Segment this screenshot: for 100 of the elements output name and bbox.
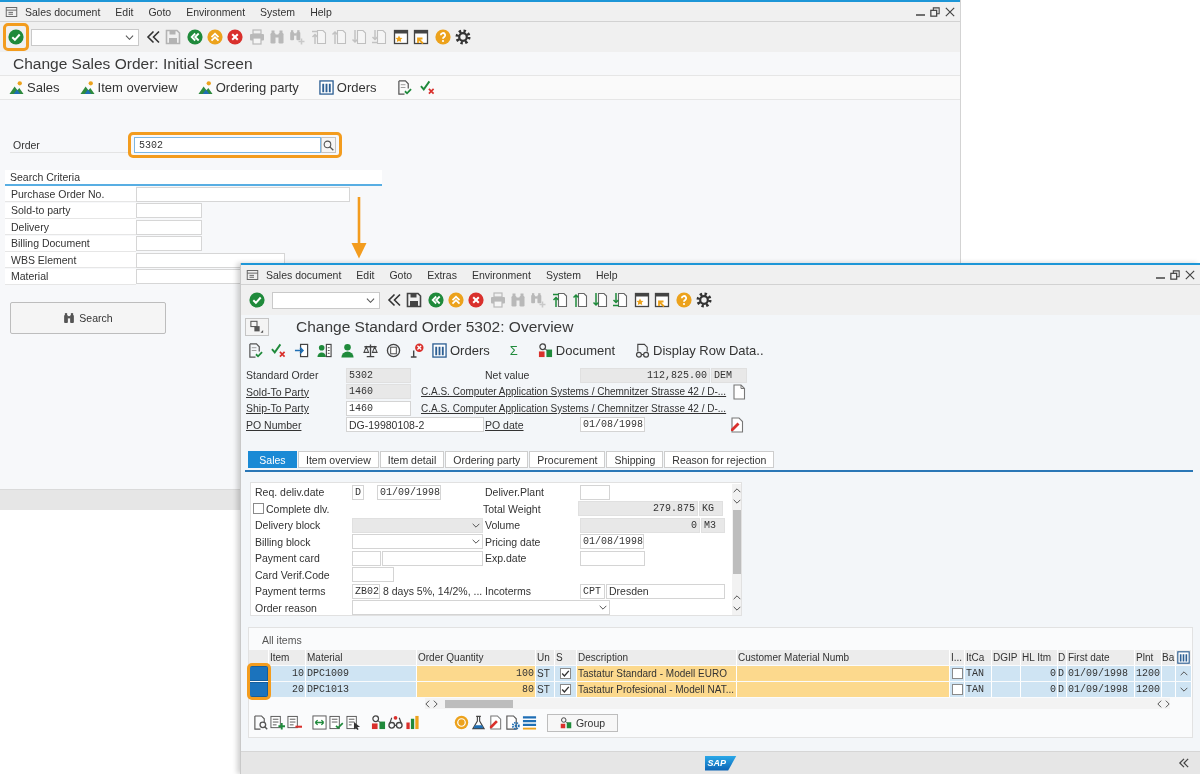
input-field[interactable]: 1460 xyxy=(346,400,411,416)
table-cell[interactable]: 100 xyxy=(417,666,535,681)
menu-icon[interactable] xyxy=(246,268,259,281)
input-field[interactable]: DEM xyxy=(711,367,747,383)
document-pen-icon[interactable] xyxy=(488,715,503,730)
command-field[interactable] xyxy=(31,28,139,46)
input-field[interactable]: 1460 xyxy=(346,384,411,400)
document-check-icon[interactable] xyxy=(248,342,263,358)
column-header[interactable]: ItCa xyxy=(965,650,991,665)
toolbar-button[interactable]: Orders xyxy=(432,342,490,358)
settings-icon[interactable] xyxy=(696,292,712,308)
field-link[interactable]: PO Number xyxy=(246,418,346,431)
column-header[interactable]: Material xyxy=(306,650,416,665)
input-field[interactable] xyxy=(136,236,202,252)
column-header[interactable]: Item xyxy=(269,650,305,665)
back-icon[interactable] xyxy=(187,29,203,45)
input-field[interactable] xyxy=(136,252,285,268)
document-magnifier-icon[interactable] xyxy=(253,715,268,730)
glasses-icon[interactable] xyxy=(388,715,403,730)
toolbar-button[interactable]: Ordering party xyxy=(197,80,299,95)
input-field[interactable]: ZB02 xyxy=(352,583,380,599)
scales-icon[interactable] xyxy=(363,342,378,358)
column-header[interactable]: Plnt xyxy=(1135,650,1161,665)
person-list-icon[interactable] xyxy=(317,342,332,358)
field-link[interactable]: Ship-To Party xyxy=(246,402,346,415)
column-header[interactable]: DGIP xyxy=(992,650,1020,665)
input-field[interactable]: 01/08/1998 xyxy=(580,534,644,550)
menu-item[interactable]: Environment xyxy=(186,5,246,18)
check-icon[interactable] xyxy=(249,292,265,308)
menu-item[interactable]: Environment xyxy=(471,268,531,281)
tab[interactable]: Item overview xyxy=(298,451,379,468)
save-icon[interactable] xyxy=(406,292,422,308)
menu-icon[interactable] xyxy=(5,5,18,18)
vertical-scrollbar[interactable] xyxy=(732,484,741,615)
stack-icon[interactable] xyxy=(522,715,537,730)
column-header[interactable]: D xyxy=(1058,650,1066,665)
column-header[interactable]: Order Quantity xyxy=(417,650,535,665)
back-icon[interactable] xyxy=(428,292,444,308)
column-header[interactable]: I... xyxy=(950,650,964,665)
scrollbar-thumb[interactable] xyxy=(732,510,741,574)
address-link[interactable]: C.A.S. Computer Application Systems / Chemnitzer Strasse 42 / D-... xyxy=(421,402,729,414)
menu-item[interactable]: Edit xyxy=(115,5,134,18)
input-field[interactable] xyxy=(136,186,350,202)
input-field[interactable]: 112,825.00 xyxy=(580,367,710,383)
flask-icon[interactable] xyxy=(471,715,486,730)
cancel-icon[interactable] xyxy=(468,292,484,308)
tab[interactable]: Sales xyxy=(248,451,297,468)
checkbox[interactable] xyxy=(560,684,571,695)
search-help-button[interactable] xyxy=(321,137,336,153)
column-header[interactable]: Description xyxy=(577,650,736,665)
scrollbar-thumb[interactable] xyxy=(445,699,513,708)
input-field[interactable]: M3 xyxy=(701,517,725,533)
table-cell[interactable] xyxy=(737,682,949,697)
column-header[interactable]: Ba xyxy=(1162,650,1175,665)
columns-icon[interactable] xyxy=(1177,651,1190,664)
list-minus-icon[interactable] xyxy=(287,715,302,730)
menu-item[interactable]: Edit xyxy=(356,268,375,281)
search-button[interactable]: Search xyxy=(10,302,166,334)
checkbox[interactable] xyxy=(253,503,264,515)
column-header[interactable]: Un xyxy=(536,650,554,665)
person-icon[interactable] xyxy=(340,342,355,358)
double-chevron-icon[interactable] xyxy=(145,29,161,45)
input-field[interactable]: 01/09/1998 xyxy=(377,484,441,500)
box-arrows-icon[interactable] xyxy=(312,715,327,730)
input-field[interactable]: Dresden xyxy=(606,583,725,599)
input-field[interactable]: DG-19980108-2 xyxy=(346,417,484,433)
cancel-icon[interactable] xyxy=(227,29,243,45)
tab[interactable]: Ordering party xyxy=(445,451,529,468)
table-cell[interactable] xyxy=(737,666,949,681)
input-field[interactable]: CPT xyxy=(580,583,605,599)
menu-item[interactable]: Goto xyxy=(148,5,172,18)
field-link[interactable]: Sold-To Party xyxy=(246,385,346,398)
toolbar-button[interactable]: Sales xyxy=(9,80,60,95)
toolbar-button[interactable]: Document xyxy=(537,342,616,358)
page-arrow-down-icon[interactable] xyxy=(612,292,628,308)
input-field[interactable]: D xyxy=(352,484,364,500)
tab[interactable]: Procurement xyxy=(529,451,606,468)
list-plus-icon[interactable] xyxy=(270,715,285,730)
menu-item[interactable]: Goto xyxy=(389,268,413,281)
column-header[interactable]: S xyxy=(555,650,576,665)
toolbar-button[interactable]: Display Row Data.. xyxy=(635,342,764,358)
restore-icon[interactable] xyxy=(930,6,940,17)
gear-document-icon[interactable] xyxy=(505,715,520,730)
input-field[interactable] xyxy=(136,203,202,219)
toolbar-button[interactable]: Σ xyxy=(509,342,518,358)
address-link[interactable]: C.A.S. Computer Application Systems / Chemnitzer Strasse 42 / D-... xyxy=(421,386,729,398)
menu-item[interactable]: System xyxy=(260,5,296,18)
column-header[interactable]: HL Itm xyxy=(1021,650,1057,665)
check-cross-icon[interactable] xyxy=(271,342,286,358)
column-header[interactable]: Customer Material Numb xyxy=(737,650,949,665)
input-field[interactable]: 5302 xyxy=(134,137,321,153)
input-field[interactable] xyxy=(580,550,645,566)
menu-item[interactable]: System xyxy=(545,268,581,281)
menu-item[interactable]: Extras xyxy=(427,268,457,281)
group-button[interactable]: Group xyxy=(547,713,618,732)
check-cross-icon[interactable] xyxy=(419,80,435,95)
object-button[interactable] xyxy=(245,318,269,336)
input-field[interactable] xyxy=(580,484,610,500)
document-pen-icon[interactable] xyxy=(729,416,745,433)
input-field[interactable]: KG xyxy=(699,501,723,517)
